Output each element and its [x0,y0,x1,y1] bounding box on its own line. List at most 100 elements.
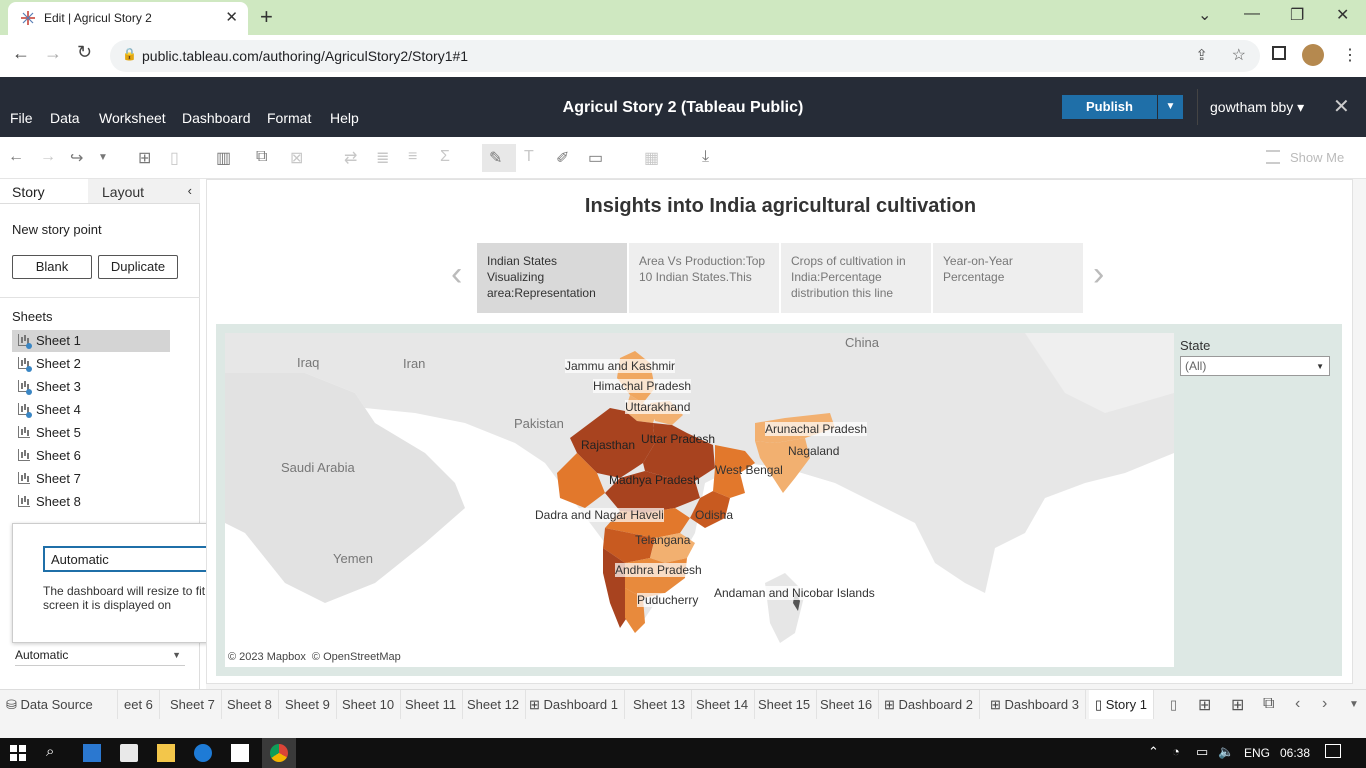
tab-dashboard[interactable]: ⊞ Dashboard 1 [523,690,625,720]
restore-icon[interactable]: ❐ [1290,5,1304,25]
back-icon[interactable]: ← [12,43,30,64]
battery-icon[interactable]: ▭ [1196,744,1208,760]
map-attribution[interactable]: © 2023 Mapbox © OpenStreetMap [228,651,401,663]
tab-sheet[interactable]: Sheet 15 [752,690,818,720]
tab-sheet[interactable]: Sheet 9 [279,690,337,720]
clear-sheet-icon[interactable]: ⊠ [290,148,303,168]
tab-sheet[interactable]: Sheet 8 [221,690,279,720]
star-icon[interactable]: ☆ [1232,45,1246,65]
tab-dashboard[interactable]: ⊞ Dashboard 2 [878,690,980,720]
show-cards-icon[interactable]: ▦ [644,148,659,168]
collapse-panel-icon[interactable]: ‹ [188,183,192,198]
wifi-icon[interactable]: ◔ [1172,744,1180,759]
fit-icon[interactable]: ▭ [588,148,603,168]
tab-sheet[interactable]: eet 6 [118,690,160,720]
browser-tab[interactable]: Edit | Agricul Story 2 ✕ [8,2,248,35]
undo-icon[interactable]: ← [8,148,24,166]
notifications-icon[interactable] [1325,744,1341,758]
sheet-item[interactable]: Sheet 2 [12,353,170,375]
duplicate-button[interactable]: Duplicate [98,255,178,279]
story-point-2[interactable]: Area Vs Production:Top 10 Indian States.… [629,243,779,313]
url-field[interactable]: 🔒 public.tableau.com/authoring/AgriculSt… [110,40,1260,72]
tray-chevron-icon[interactable]: ⌃ [1148,744,1159,760]
forward-icon[interactable]: → [44,43,62,64]
tab-sheet[interactable]: Sheet 7 [164,690,222,720]
search-icon[interactable]: ⌕ [46,743,54,760]
tab-layout[interactable]: Layout ‹ [88,179,200,204]
avatar[interactable] [1302,44,1324,66]
sheet-item[interactable]: Sheet 3 [12,376,170,398]
close-tab-icon[interactable]: ✕ [225,8,238,26]
sort-asc-icon[interactable]: ≣ [376,148,389,168]
sheet-item[interactable]: Sheet 4 [12,399,170,421]
tab-sheet[interactable]: Sheet 14 [690,690,756,720]
document-icon[interactable] [231,744,249,762]
redo-icon[interactable]: → [40,148,56,166]
story-point-4[interactable]: Year-on-Year Percentage [933,243,1083,313]
tab-story[interactable]: ▯ Story 1 [1089,690,1154,720]
user-menu[interactable]: gowtham bby ▾ [1210,99,1304,116]
reload-icon[interactable]: ↻ [77,42,92,63]
new-tab-icon[interactable]: + [260,4,273,30]
state-filter-dropdown[interactable]: (All) ▼ [1180,356,1330,376]
blank-button[interactable]: Blank [12,255,92,279]
replay-dropdown-icon[interactable]: ▼ [98,152,108,163]
scroll-left-icon[interactable]: ‹ [1295,695,1300,713]
new-worksheet-tab-icon[interactable]: ⊞ [1198,695,1211,715]
new-story-tab-icon[interactable]: ⧉ [1263,695,1274,713]
new-dashboard-tab-icon[interactable]: ⊞ [1231,695,1244,715]
volume-icon[interactable]: 🔈 [1218,744,1234,760]
store-icon[interactable] [120,744,138,762]
size-select[interactable]: Automatic ▼ [15,648,185,666]
edge-icon[interactable] [194,744,212,762]
next-story-point-icon[interactable]: › [1093,255,1104,294]
mail-icon[interactable] [83,744,101,762]
file-explorer-icon[interactable] [157,744,175,762]
sheet-item[interactable]: Sheet 1 [12,330,170,352]
tab-data-source[interactable]: ⛁ Data Source [0,690,118,720]
clock[interactable]: 06:38 [1280,746,1310,760]
close-app-icon[interactable]: ✕ [1333,94,1350,119]
format-icon[interactable]: ✐ [556,148,569,168]
publish-button[interactable]: Publish [1062,95,1157,119]
tab-dashboard[interactable]: ⊞ Dashboard 3 [984,690,1086,720]
sheet-item[interactable]: Sheet 7 [12,468,170,490]
sheet-item[interactable]: Sheet 8 [12,491,170,513]
tabs-menu-icon[interactable]: ▼ [1349,699,1359,710]
language-indicator[interactable]: ENG [1244,746,1270,760]
windows-start-icon[interactable] [10,745,28,763]
labels-icon[interactable]: T [524,148,534,166]
tab-sheet[interactable]: Sheet 11 [399,690,464,720]
replay-icon[interactable]: ↪ [70,148,83,168]
chrome-icon[interactable] [270,744,288,762]
pause-updates-icon[interactable]: ▯ [170,148,179,168]
tab-sheet[interactable]: Sheet 13 [627,690,693,720]
sidebar-icon[interactable] [1272,46,1286,60]
sort-desc-icon[interactable]: ≡ [408,148,417,166]
new-datasource-icon[interactable]: ⊞ [138,148,151,168]
tab-story[interactable]: Story [0,179,88,204]
show-me-button[interactable]: Show Me [1290,150,1344,165]
story-point-1[interactable]: Indian States Visualizing area:Represent… [477,243,627,313]
close-window-icon[interactable]: ✕ [1336,5,1349,25]
sheet-item[interactable]: Sheet 6 [12,445,170,467]
india-map[interactable]: Iraq Iran China Pakistan Saudi Arabia Ye… [225,333,1174,667]
chevron-down-icon[interactable]: ⌄ [1198,5,1211,25]
duplicate-sheet-icon[interactable]: ⧉ [256,148,267,166]
swap-icon[interactable]: ⇄ [344,148,357,168]
tab-sheet[interactable]: Sheet 12 [461,690,527,720]
tab-sheet[interactable]: Sheet 10 [336,690,402,720]
tab-sheet[interactable]: Sheet 16 [814,690,880,720]
highlight-icon[interactable]: ✎ [489,148,502,168]
scroll-right-icon[interactable]: › [1322,695,1327,713]
sheet-item[interactable]: Sheet 5 [12,422,170,444]
prev-story-point-icon[interactable]: ‹ [451,255,462,294]
minimize-icon[interactable]: — [1244,5,1260,23]
more-icon[interactable]: ⋮ [1342,45,1358,65]
share-icon[interactable]: ⇪ [1195,46,1208,64]
publish-dropdown-icon[interactable]: ▼ [1158,95,1183,119]
download-icon[interactable]: ⤓ [702,148,709,166]
totals-icon[interactable]: Σ [440,148,450,166]
new-worksheet-icon[interactable]: ▥ [216,148,231,168]
story-point-3[interactable]: Crops of cultivation in India:Percentage… [781,243,931,313]
